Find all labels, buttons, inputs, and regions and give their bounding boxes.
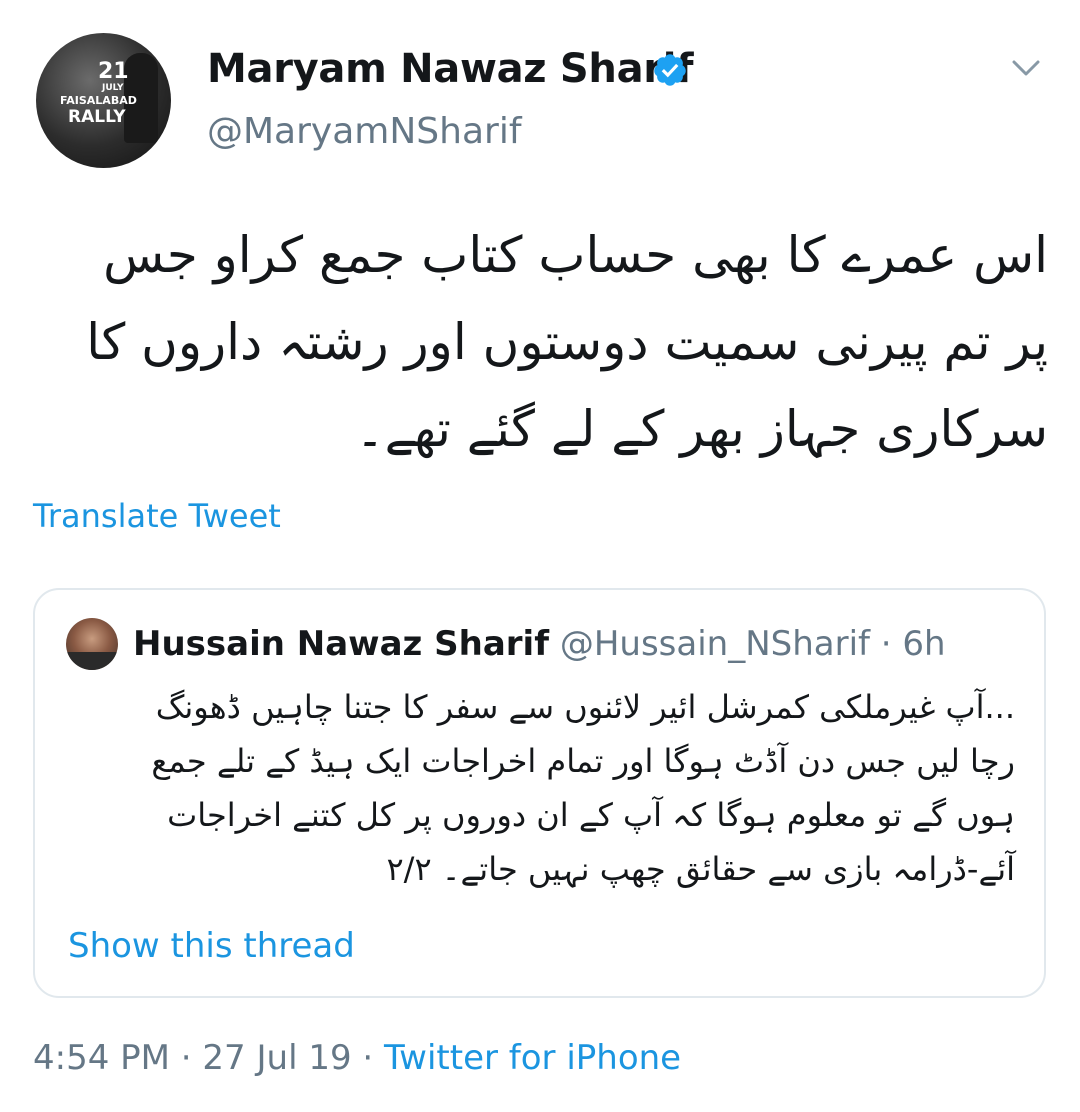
quoted-tweet-card[interactable]: Hussain Nawaz Sharif @Hussain_NSharif · … xyxy=(33,588,1046,998)
tweet-timestamp[interactable]: 4:54 PM · 27 Jul 19 · xyxy=(33,1038,384,1078)
author-display-name[interactable]: Maryam Nawaz Sharif xyxy=(207,46,694,92)
verified-badge-icon xyxy=(654,54,686,86)
quoted-tweet-header: Hussain Nawaz Sharif @Hussain_NSharif · … xyxy=(133,624,946,664)
tweet-body: اس عمرے کا بھی حساب کتاب جمع کراو جس پر … xyxy=(86,226,1048,458)
avatar-text-day: 21 xyxy=(98,59,129,84)
author-handle[interactable]: @MaryamNSharif xyxy=(207,111,522,152)
author-avatar[interactable]: 21 JULY FAISALABAD RALLY xyxy=(36,33,171,168)
tweet-source-link[interactable]: Twitter for iPhone xyxy=(384,1038,681,1078)
avatar-text-city: FAISALABAD xyxy=(60,94,137,107)
show-thread-link[interactable]: Show this thread xyxy=(68,926,355,966)
translate-tweet-link[interactable]: Translate Tweet xyxy=(33,497,281,535)
quoted-author-handle-time: @Hussain_NSharif · 6h xyxy=(560,624,946,664)
tweet-footer: 4:54 PM · 27 Jul 19 · Twitter for iPhone xyxy=(33,1038,681,1078)
avatar-text-month: JULY xyxy=(102,83,124,93)
avatar-text-event: RALLY xyxy=(68,107,126,127)
quoted-tweet-body: ...آپ غیرملکی کمرشل ائیر لائنوں سے سفر ک… xyxy=(151,688,1015,888)
quoted-author-name: Hussain Nawaz Sharif xyxy=(133,624,550,664)
quoted-author-avatar xyxy=(66,618,118,670)
chevron-down-icon[interactable] xyxy=(1010,56,1042,80)
quoted-handle-time-text: @Hussain_NSharif · 6h xyxy=(559,624,946,664)
